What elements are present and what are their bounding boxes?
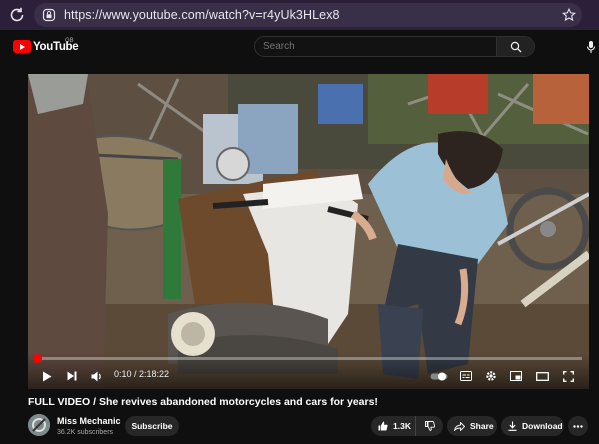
subscribe-button[interactable]: Subscribe xyxy=(125,416,179,436)
autoplay-toggle-icon xyxy=(430,372,448,380)
address-bar[interactable]: https://www.youtube.com/watch?v=r4yUk3HL… xyxy=(34,3,582,27)
search-box xyxy=(254,36,535,57)
time-display: 0:10 / 2:18:22 xyxy=(114,369,170,379)
url-text[interactable]: https://www.youtube.com/watch?v=r4yUk3HL… xyxy=(64,8,562,22)
subtitles-icon xyxy=(460,371,472,381)
autoplay-toggle[interactable] xyxy=(429,366,449,386)
subtitles-button[interactable] xyxy=(457,366,475,386)
play-button[interactable] xyxy=(38,366,56,386)
bookmark-star-icon[interactable] xyxy=(562,8,576,22)
fullscreen-button[interactable] xyxy=(559,366,577,386)
channel-avatar[interactable] xyxy=(28,414,50,436)
like-dislike-group: 1.3K xyxy=(371,416,443,436)
youtube-logo[interactable]: YouTube GB xyxy=(13,38,79,53)
channel-name[interactable]: Miss Mechanic xyxy=(57,416,121,426)
fullscreen-icon xyxy=(562,370,574,382)
video-title: FULL VIDEO / She revives abandoned motor… xyxy=(28,396,378,408)
progress-bar[interactable] xyxy=(33,354,582,363)
volume-icon xyxy=(91,371,101,381)
search-icon xyxy=(510,41,521,52)
theater-icon xyxy=(535,371,549,381)
download-icon xyxy=(508,421,517,431)
download-label: Download xyxy=(522,421,563,431)
dislike-button[interactable] xyxy=(416,421,443,431)
thumbs-down-icon xyxy=(424,421,435,431)
next-button[interactable] xyxy=(63,366,81,386)
miniplayer-icon xyxy=(510,371,522,381)
subscriber-count: 36.2K subscribers xyxy=(57,429,114,436)
video-player[interactable]: 0:10 / 2:18:22 xyxy=(28,74,589,389)
browser-toolbar: https://www.youtube.com/watch?v=r4yUk3HL… xyxy=(0,0,599,30)
search-input[interactable] xyxy=(255,37,496,56)
next-icon xyxy=(67,371,77,381)
youtube-play-logo-icon xyxy=(13,40,31,53)
settings-button[interactable] xyxy=(482,366,500,386)
player-controls: 0:10 / 2:18:22 xyxy=(28,353,589,389)
video-frame xyxy=(28,74,589,389)
volume-button[interactable] xyxy=(88,366,106,386)
like-count: 1.3K xyxy=(393,421,411,431)
youtube-header: YouTube GB xyxy=(0,30,599,66)
settings-gear-icon xyxy=(486,371,496,381)
theater-mode-button[interactable] xyxy=(533,366,551,386)
site-info-icon[interactable] xyxy=(42,8,56,22)
region-code: GB xyxy=(65,38,74,44)
thumbs-up-icon xyxy=(378,421,388,431)
download-button[interactable]: Download xyxy=(501,416,564,436)
share-button[interactable]: Share xyxy=(447,416,497,436)
more-horizontal-icon xyxy=(573,424,583,428)
share-label: Share xyxy=(470,421,494,431)
play-icon xyxy=(43,371,52,381)
more-actions-button[interactable] xyxy=(568,416,588,436)
microphone-icon[interactable] xyxy=(586,40,596,54)
like-button[interactable]: 1.3K xyxy=(371,416,416,436)
miniplayer-button[interactable] xyxy=(507,366,525,386)
reload-icon[interactable] xyxy=(8,6,26,24)
search-button[interactable] xyxy=(496,37,534,56)
avatar-image xyxy=(28,414,50,436)
share-icon xyxy=(454,421,465,431)
progress-scrubber[interactable] xyxy=(33,354,43,363)
